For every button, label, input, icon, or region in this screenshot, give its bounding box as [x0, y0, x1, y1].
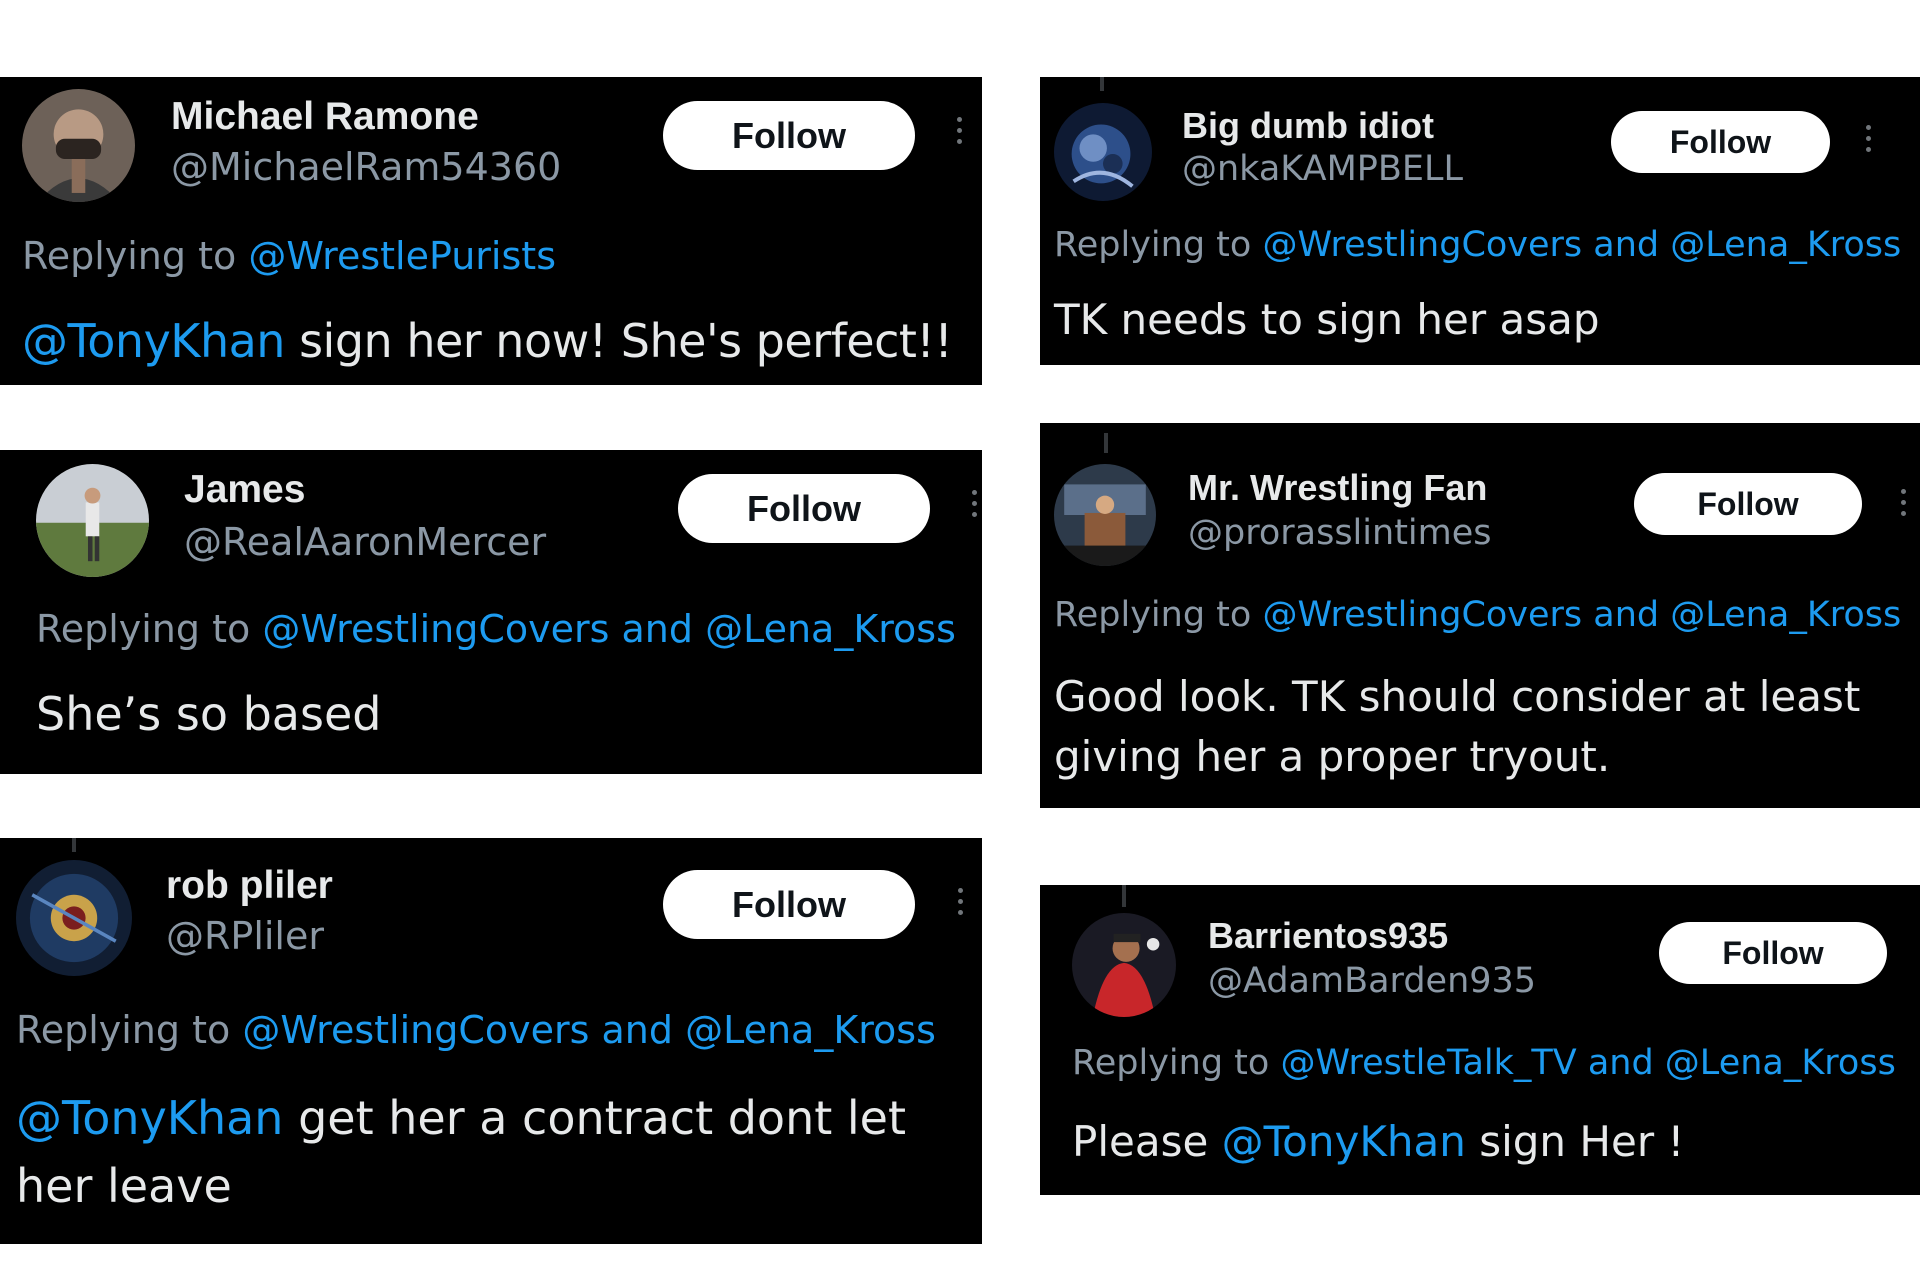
tweet-text: @TonyKhan sign her now! She's perfect!! — [22, 314, 953, 368]
tweet-text: Please @TonyKhan sign Her ! — [1072, 1117, 1684, 1166]
tweet-text: She’s so based — [36, 687, 382, 741]
follow-button[interactable]: Follow — [663, 101, 915, 170]
follow-button[interactable]: Follow — [678, 474, 930, 543]
more-options-icon[interactable] — [955, 888, 965, 915]
tweet-text-line: @TonyKhan get her a contract dont let — [16, 1084, 906, 1152]
user-handle[interactable]: @RealAaronMercer — [184, 520, 546, 564]
avatar[interactable] — [16, 860, 132, 976]
replying-to-label: Replying to — [22, 234, 249, 278]
thread-line — [72, 838, 76, 852]
replying-to: Replying to @WrestlingCovers and @Lena_K… — [36, 607, 956, 651]
display-name[interactable]: rob pliler — [166, 864, 333, 908]
tweet-text-line: Good look. TK should consider at least — [1054, 672, 1861, 721]
more-options-icon[interactable] — [969, 490, 979, 517]
user-handle[interactable]: @nkaKAMPBELL — [1182, 149, 1463, 189]
tweet-text-rest: sign Her ! — [1465, 1117, 1685, 1166]
display-name[interactable]: Barrientos935 — [1208, 915, 1448, 957]
replying-to-link[interactable]: @WrestlePurists — [248, 234, 556, 278]
avatar[interactable] — [1072, 913, 1176, 1017]
thread-line — [1104, 433, 1108, 453]
tweet-text-line: her leave — [16, 1159, 232, 1213]
tweet-text: Good look. TK should consider at least g… — [1054, 667, 1860, 787]
tweet-card: Mr. Wrestling Fan @prorasslintimes Follo… — [1040, 423, 1920, 808]
tweet-text-rest: sign her now! She's perfect!! — [284, 314, 953, 368]
follow-button[interactable]: Follow — [1659, 922, 1887, 984]
follow-button[interactable]: Follow — [1611, 111, 1830, 173]
avatar[interactable] — [1054, 103, 1152, 201]
replying-to: Replying to @WrestlingCovers and @Lena_K… — [1054, 595, 1901, 635]
display-name[interactable]: Big dumb idiot — [1182, 105, 1434, 147]
replying-to-label: Replying to — [16, 1008, 243, 1052]
mention-link[interactable]: @TonyKhan — [22, 314, 285, 368]
follow-button[interactable]: Follow — [1634, 473, 1862, 535]
replying-to-label: Replying to — [36, 607, 263, 651]
thread-line — [1100, 77, 1104, 91]
mention-link[interactable]: @TonyKhan — [1222, 1117, 1466, 1166]
user-handle[interactable]: @prorasslintimes — [1188, 513, 1492, 553]
replying-to-link[interactable]: @WrestlingCovers and @Lena_Kross — [1262, 595, 1901, 635]
tweet-card: James @RealAaronMercer Follow Replying t… — [0, 450, 982, 774]
more-options-icon[interactable] — [1863, 125, 1873, 152]
mention-link[interactable]: @TonyKhan — [16, 1091, 283, 1145]
tweet-text-rest: get her a contract dont let — [283, 1091, 906, 1145]
replying-to: Replying to @WrestlingCovers and @Lena_K… — [1054, 225, 1901, 265]
thread-line — [1122, 885, 1126, 907]
avatar[interactable] — [1054, 464, 1156, 566]
replying-to-label: Replying to — [1054, 595, 1263, 635]
replying-to-link[interactable]: @WrestlingCovers and @Lena_Kross — [262, 607, 956, 651]
follow-button[interactable]: Follow — [663, 870, 915, 939]
replying-to: Replying to @WrestleTalk_TV and @Lena_Kr… — [1072, 1043, 1896, 1083]
tweet-card: Michael Ramone @MichaelRam54360 Follow R… — [0, 77, 982, 385]
user-handle[interactable]: @MichaelRam54360 — [171, 145, 561, 189]
user-handle[interactable]: @AdamBarden935 — [1208, 961, 1536, 1001]
tweet-text: TK needs to sign her asap — [1054, 295, 1600, 344]
tweet-text-line: giving her a proper tryout. — [1054, 732, 1611, 781]
replying-to-label: Replying to — [1072, 1043, 1281, 1083]
replying-to-label: Replying to — [1054, 225, 1263, 265]
tweet-card: rob pliler @RPliler Follow Replying to @… — [0, 838, 982, 1244]
more-options-icon[interactable] — [954, 117, 964, 144]
user-handle[interactable]: @RPliler — [166, 914, 324, 958]
tweet-card: Big dumb idiot @nkaKAMPBELL Follow Reply… — [1040, 77, 1920, 365]
tweet-card: Barrientos935 @AdamBarden935 Follow Repl… — [1040, 885, 1920, 1195]
avatar[interactable] — [22, 89, 135, 202]
tweet-text: @TonyKhan get her a contract dont let he… — [16, 1084, 906, 1220]
more-options-icon[interactable] — [1898, 489, 1908, 516]
display-name[interactable]: James — [184, 468, 305, 512]
replying-to-link[interactable]: @WrestlingCovers and @Lena_Kross — [242, 1008, 936, 1052]
display-name[interactable]: Michael Ramone — [171, 95, 479, 139]
tweet-text-start: Please — [1072, 1117, 1222, 1166]
replying-to: Replying to @WrestlingCovers and @Lena_K… — [16, 1008, 936, 1052]
avatar[interactable] — [36, 464, 149, 577]
display-name[interactable]: Mr. Wrestling Fan — [1188, 467, 1487, 509]
replying-to-link[interactable]: @WrestlingCovers and @Lena_Kross — [1262, 225, 1901, 265]
replying-to: Replying to @WrestlePurists — [22, 234, 556, 278]
replying-to-link[interactable]: @WrestleTalk_TV and @Lena_Kross — [1280, 1043, 1895, 1083]
